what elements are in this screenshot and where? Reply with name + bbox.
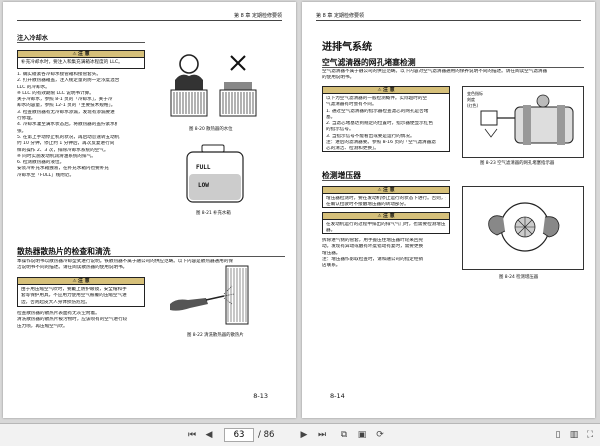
- heading-rule: [17, 42, 145, 43]
- turbocharger-icon: [488, 202, 560, 252]
- running-head: 第 8 章 定期检修要领: [316, 11, 581, 21]
- heading-rule: [17, 256, 285, 257]
- fullscreen-icon[interactable]: ⛶: [584, 428, 596, 442]
- page-number: 8-14: [330, 392, 345, 400]
- procedure-steps: 1. 确实碰紧各冷却水接管箱和接管套头。 2. 打开散热器箱盖，注入规定量的防一…: [17, 72, 147, 179]
- notice-line: 在发动机运行的过程中排出的排气气门时，也需要检测增压: [326, 222, 446, 227]
- caution-notice: 注 意 由于用压缩空气吹时，要戴上防护眼镜，安全帽和手 套等保护用具，不应用力使…: [17, 277, 145, 307]
- caution-notice: 注 意 增压器检测时，要在发动机停止运行的状态下进行。否则，要 在确认拉驶时不接…: [322, 186, 450, 208]
- intro-line: 的使用说明书。: [322, 75, 355, 81]
- notice-line: 芯的清洁、检测和更换」。: [326, 146, 379, 152]
- page-number-input[interactable]: [224, 428, 254, 442]
- turbocharger-check-figure: [462, 186, 584, 270]
- notice-line: 器。: [326, 228, 336, 234]
- notice-label: 注 意: [323, 213, 449, 220]
- intro-line: 空气滤清器不属于融公司的供应范畴。以下内容对空气滤清器通用的保养说明不同的描述。…: [322, 69, 548, 74]
- tank-low-label: LOW: [198, 182, 209, 189]
- figure-caption: 图 8-22 清洗散热器的散热片: [187, 333, 244, 338]
- document-page-right: 第 8 章 定期检修要领 进排气系统 空气滤清器的网孔堵塞检测 空气滤清器不属于…: [302, 2, 595, 418]
- page-title: 进排气系统: [322, 42, 372, 53]
- figure-caption: 图 8-20 散热器的水位: [189, 127, 233, 132]
- section-intro: 空气滤清器不属于融公司的供应范畴。以下内容对空气滤清器通用的保养说明不同的描述。…: [322, 69, 584, 82]
- radiator-fin-cleaning-figure: [170, 265, 249, 325]
- caution-notice: 注 意 补充冷却水时，要注入和集充满箱冰程度的 LLC。: [17, 50, 145, 69]
- last-page-icon[interactable]: ⏭: [316, 428, 328, 442]
- notice-line: 1. 通过空气滤清器的指示器检查滤芯的网孔是否堵: [326, 108, 429, 114]
- reserve-tank-icon: [186, 144, 244, 203]
- caution-notice: 注 意 在发动机运行的过程中排出的排气气门时，也需要检测增压 器。: [322, 212, 450, 234]
- notice-line: 边，否则起皮大人身体损伤危险。: [21, 299, 90, 305]
- caution-notice: 注 意 以下为空气滤清器的一般检测概件。实际超时的空 气滤清器有时会有不同。 1…: [322, 86, 450, 152]
- rotate-icon[interactable]: ⟳: [374, 428, 386, 442]
- running-head: 第 8 章 定期检修要领: [17, 11, 282, 21]
- after-notice-text: 拆除进气侧的管套，用手握压住增压器叶轮来回晃 动。发现有异动或触有坏度错动有复时…: [322, 238, 450, 269]
- figure-caption: 图 8-23 空气滤清器的网孔堵塞指示器: [480, 161, 555, 166]
- air-cleaner-indicator-figure: 变色指标 刻度 (红色): [462, 86, 584, 158]
- figure-caption: 图 8-24 检测增压器: [499, 275, 539, 280]
- section-title: 注入冷却水: [17, 35, 48, 42]
- after-notice-text: 检查散热器的散热片表面有无灰尘附着。 清洗散热器的散热片被污物时，应该喷有的空气…: [17, 311, 147, 330]
- notice-label: 注 意: [18, 51, 144, 58]
- indicator-label: (红色): [467, 103, 479, 108]
- radiator-water-level-figure: [170, 54, 257, 117]
- page-number: 8-13: [253, 392, 268, 400]
- next-page-icon[interactable]: ▶: [298, 428, 310, 442]
- reserve-tank-figure: FULL LOW: [184, 144, 246, 204]
- prev-page-icon[interactable]: ◀: [203, 428, 215, 442]
- heading-rule: [322, 180, 450, 181]
- notice-line: 在确认拉驶时不接触增压器的转动部分。: [326, 202, 409, 208]
- continuous-page-icon[interactable]: ▣: [356, 428, 368, 442]
- single-page-icon[interactable]: ▯: [552, 428, 564, 442]
- first-page-icon[interactable]: ⏮: [186, 428, 198, 442]
- figure-caption: 图 8-21 补充水箱: [196, 211, 231, 216]
- two-page-view-icon[interactable]: ▥: [568, 428, 580, 442]
- air-cleaner-icon: [480, 94, 574, 145]
- viewer-toolbar: ⏮ ◀ / 86 ▶ ⏭ ⧉ ▣ ⟳ ▯ ▥ ⛶: [0, 423, 600, 446]
- notice-line: 套等保护用具，不应用力使用空气被覆的压缩空气进: [21, 293, 127, 299]
- document-page-left: 第 8 章 定期检修要领 注入冷却水 注 意 补充冷却水时，要注入和集充满箱冰程…: [3, 2, 296, 418]
- page-total: / 86: [258, 430, 275, 440]
- step-line: 冷却水至「FULL」线附近。: [17, 172, 75, 178]
- tank-full-label: FULL: [196, 164, 211, 171]
- notice-label: 注 意: [18, 278, 144, 285]
- body-line: 压力喷，再压缩空气吹。: [17, 323, 68, 329]
- notice-label: 注 意: [323, 187, 449, 194]
- heading-rule: [322, 67, 584, 68]
- notice-text: 补充冷却水时，要注入和集充满箱冰程度的 LLC。: [21, 60, 123, 65]
- body-line: 店联系。: [322, 263, 341, 269]
- dual-page-icon[interactable]: ⧉: [338, 428, 350, 442]
- notice-label: 注 意: [323, 87, 449, 94]
